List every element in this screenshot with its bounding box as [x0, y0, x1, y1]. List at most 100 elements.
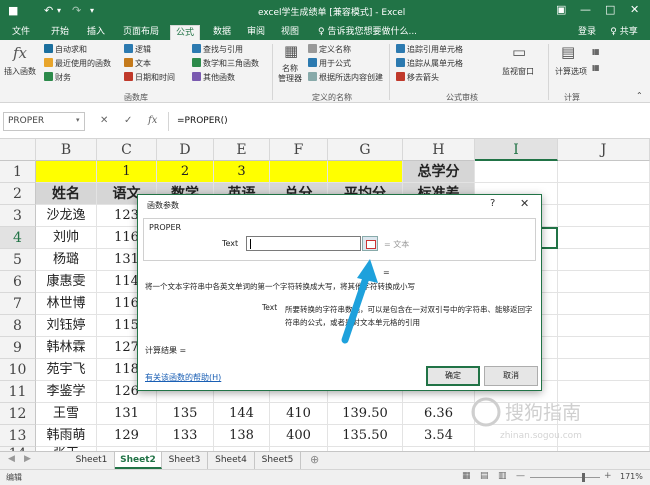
row-header-4[interactable]: 4	[0, 227, 36, 249]
cell-d13[interactable]: 133	[157, 425, 214, 447]
cell-j1[interactable]	[558, 161, 650, 183]
watch-window-button[interactable]: 监视窗口	[502, 66, 534, 78]
cell-b6[interactable]: 康惠雯	[36, 271, 97, 293]
save-icon[interactable]: ■	[8, 4, 18, 17]
minimize-button[interactable]: —	[580, 3, 591, 16]
row-header-11[interactable]: 11	[0, 381, 36, 403]
insert-function-button[interactable]: 插入函数	[4, 66, 36, 78]
cell-e1[interactable]: 3	[214, 161, 270, 183]
sheet-tab-4[interactable]: Sheet4	[208, 452, 255, 469]
zoom-in-icon[interactable]: +	[604, 471, 612, 481]
insert-function-bar-icon[interactable]: fx	[148, 115, 157, 126]
redo-icon[interactable]: ↷	[72, 4, 81, 17]
cell-c13[interactable]: 129	[97, 425, 157, 447]
cell-f13[interactable]: 400	[270, 425, 328, 447]
help-icon[interactable]: ?	[490, 198, 495, 209]
cell-f12[interactable]: 410	[270, 403, 328, 425]
cell-b13[interactable]: 韩雨萌	[36, 425, 97, 447]
undo-dropdown-icon[interactable]: ▾	[57, 6, 61, 15]
column-header-h[interactable]: H	[403, 139, 475, 161]
calc-now-icon[interactable]: ▦	[592, 46, 600, 58]
cell-g13[interactable]: 135.50	[328, 425, 403, 447]
row-header-13[interactable]: 13	[0, 425, 36, 447]
tab-home[interactable]: 开始	[46, 25, 74, 40]
prev-sheet-icon[interactable]: ◀	[8, 454, 15, 464]
name-box[interactable]: PROPER	[3, 112, 85, 131]
cell-b12[interactable]: 王雪	[36, 403, 97, 425]
tab-view[interactable]: 视图	[276, 25, 304, 40]
row-header-2[interactable]: 2	[0, 183, 36, 205]
page-break-icon[interactable]: ▥	[498, 471, 507, 481]
cell-f1[interactable]	[270, 161, 328, 183]
row-header-10[interactable]: 10	[0, 359, 36, 381]
cell-b2[interactable]: 姓名	[36, 183, 97, 205]
cell-b3[interactable]: 沙龙逸	[36, 205, 97, 227]
calc-sheet-icon[interactable]: ▦	[592, 62, 600, 74]
lookup-button[interactable]: 查找与引用	[192, 44, 243, 56]
logical-button[interactable]: 逻辑	[124, 44, 151, 56]
close-button[interactable]: ✕	[630, 3, 639, 16]
cell-b4[interactable]: 刘帅	[36, 227, 97, 249]
tab-formulas[interactable]: 公式	[170, 25, 200, 40]
sheet-tab-5[interactable]: Sheet5	[255, 452, 301, 469]
zoom-level[interactable]: 171%	[620, 472, 643, 481]
function-help-link[interactable]: 有关该函数的帮助(H)	[145, 372, 221, 383]
cell-j3[interactable]	[558, 205, 650, 227]
cell-e13[interactable]: 138	[214, 425, 270, 447]
text-arg-input[interactable]	[246, 236, 361, 251]
next-sheet-icon[interactable]: ▶	[24, 454, 31, 464]
cell-j6[interactable]	[558, 271, 650, 293]
cell-j5[interactable]	[558, 249, 650, 271]
enter-formula-icon[interactable]: ✓	[124, 115, 132, 126]
cell-h12[interactable]: 6.36	[403, 403, 475, 425]
use-in-formula-button[interactable]: 用于公式	[308, 58, 351, 70]
page-layout-icon[interactable]: ▤	[480, 471, 489, 481]
ok-button[interactable]: 确定	[426, 366, 480, 386]
define-name-button[interactable]: 定义名称	[308, 44, 351, 56]
datetime-button[interactable]: 日期和时间	[124, 72, 175, 84]
calc-options-button[interactable]: 计算选项	[555, 66, 587, 78]
trace-dependents-button[interactable]: 追踪从属单元格	[396, 58, 463, 70]
namebox-dropdown-icon[interactable]: ▾	[76, 116, 80, 124]
tab-insert[interactable]: 插入	[82, 25, 110, 40]
collapse-ribbon-icon[interactable]: ⌃	[636, 90, 643, 102]
cell-j12[interactable]	[558, 403, 650, 425]
recent-functions-button[interactable]: 最近使用的函数	[44, 58, 111, 70]
text-button[interactable]: 文本	[124, 58, 151, 70]
row-header-3[interactable]: 3	[0, 205, 36, 227]
cell-j2[interactable]	[558, 183, 650, 205]
login-link[interactable]: 登录	[574, 25, 600, 40]
more-functions-button[interactable]: 其他函数	[192, 72, 235, 84]
financial-button[interactable]: 财务	[44, 72, 71, 84]
dialog-close-icon[interactable]: ✕	[520, 197, 529, 210]
cell-d1[interactable]: 2	[157, 161, 214, 183]
column-header-g[interactable]: G	[328, 139, 403, 161]
cell-b1[interactable]	[36, 161, 97, 183]
cell-j11[interactable]	[558, 381, 650, 403]
cell-i12[interactable]	[475, 403, 558, 425]
cell-j8[interactable]	[558, 315, 650, 337]
ribbon-display-icon[interactable]: ▣	[556, 3, 566, 16]
cell-i1[interactable]	[475, 161, 558, 183]
cell-c1[interactable]: 1	[97, 161, 157, 183]
column-header-f[interactable]: F	[270, 139, 328, 161]
select-all-corner[interactable]	[0, 139, 36, 161]
column-header-j[interactable]: J	[558, 139, 650, 161]
cell-c12[interactable]: 131	[97, 403, 157, 425]
maximize-button[interactable]: □	[605, 3, 615, 16]
cell-b9[interactable]: 韩林霖	[36, 337, 97, 359]
cell-b8[interactable]: 刘钰婷	[36, 315, 97, 337]
column-header-d[interactable]: D	[157, 139, 214, 161]
add-sheet-icon[interactable]: ⊕	[310, 453, 319, 466]
undo-icon[interactable]: ↶	[44, 4, 53, 17]
cell-j4[interactable]	[558, 227, 650, 249]
cell-h13[interactable]: 3.54	[403, 425, 475, 447]
formula-input[interactable]: =PROPER()	[168, 112, 646, 131]
tab-page-layout[interactable]: 页面布局	[119, 25, 163, 40]
zoom-slider-thumb[interactable]	[582, 473, 585, 482]
row-header-7[interactable]: 7	[0, 293, 36, 315]
row-header-9[interactable]: 9	[0, 337, 36, 359]
cell-b10[interactable]: 苑宇飞	[36, 359, 97, 381]
name-manager-button[interactable]: 名称 管理器	[278, 64, 302, 84]
tab-data[interactable]: 数据	[208, 25, 236, 40]
